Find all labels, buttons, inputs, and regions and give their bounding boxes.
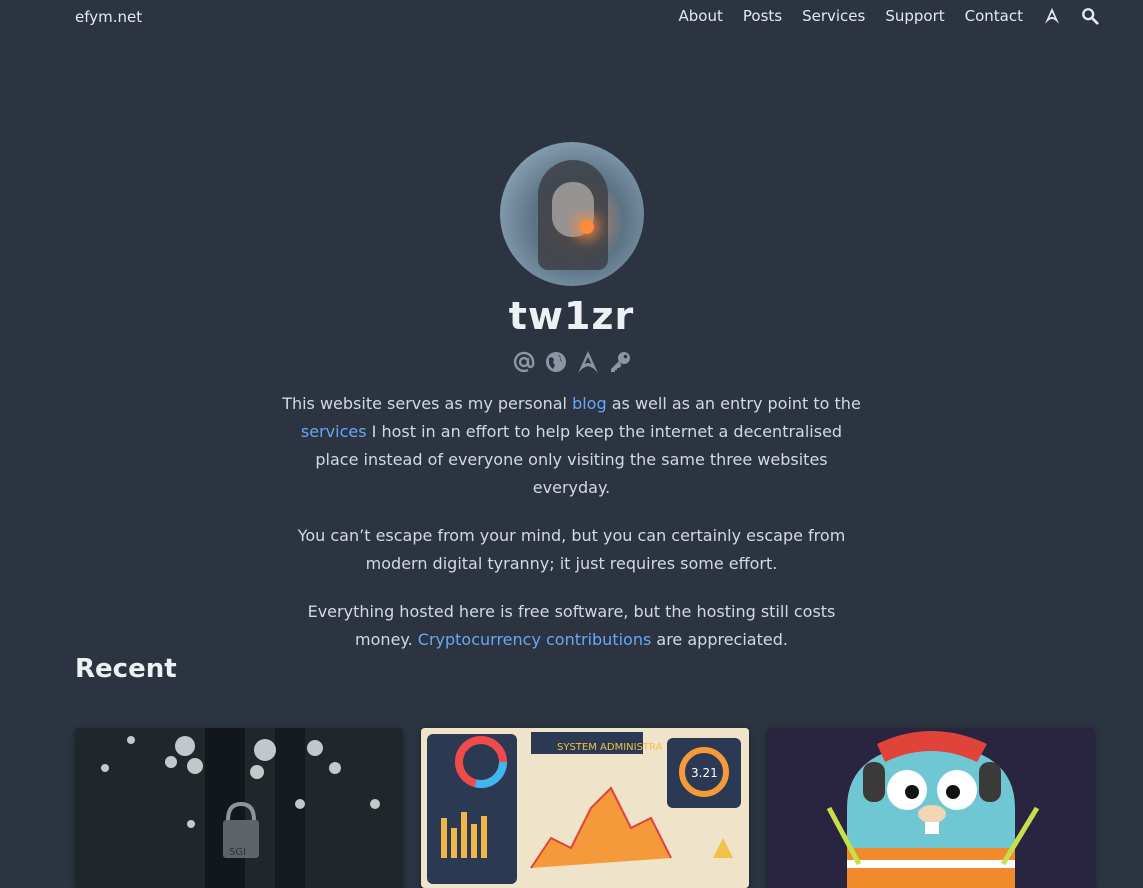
social-links xyxy=(0,350,1143,374)
bio-paragraph-2: You can’t escape from your mind, but you… xyxy=(297,526,846,573)
dashboard-overlay-text: SYSTEM ADMINISTRA xyxy=(557,742,663,753)
at-icon[interactable] xyxy=(512,350,536,374)
key-icon[interactable] xyxy=(608,350,632,374)
arch-icon[interactable] xyxy=(1043,7,1061,25)
search-icon[interactable] xyxy=(1081,7,1099,25)
dashboard-image: SYSTEM ADMINISTRA 3.21 xyxy=(421,728,749,888)
nav-menu: About Posts Services Support Contact xyxy=(679,7,1099,25)
bio-paragraph-1: This website serves as my personal blog … xyxy=(282,394,861,497)
arch-icon[interactable] xyxy=(576,350,600,374)
bio: This website serves as my personal blog … xyxy=(282,390,862,654)
post-card-dashboard[interactable]: SYSTEM ADMINISTRA 3.21 xyxy=(421,728,749,888)
bio-paragraph-3: Everything hosted here is free software,… xyxy=(307,602,836,649)
services-link[interactable]: services xyxy=(301,422,367,441)
svg-text:3.21: 3.21 xyxy=(691,766,718,780)
site-brand-link[interactable]: efym.net xyxy=(75,8,142,26)
nav-item-about[interactable]: About xyxy=(679,7,723,25)
avatar xyxy=(499,142,644,286)
post-card-padlock[interactable]: SGI xyxy=(75,728,403,888)
nav-item-posts[interactable]: Posts xyxy=(743,7,782,25)
nav-item-contact[interactable]: Contact xyxy=(965,7,1023,25)
nav-item-services[interactable]: Services xyxy=(802,7,865,25)
svg-text:SGI: SGI xyxy=(229,847,246,858)
post-card-gopher[interactable] xyxy=(767,728,1095,888)
top-navigation: efym.net About Posts Services Support Co… xyxy=(0,0,1143,34)
gopher-image xyxy=(767,728,1095,888)
recent-heading: Recent xyxy=(75,654,177,684)
profile-name: tw1zr xyxy=(508,294,635,338)
nav-item-support[interactable]: Support xyxy=(885,7,944,25)
globe-icon[interactable] xyxy=(544,350,568,374)
blog-link[interactable]: blog xyxy=(572,394,607,413)
cryptocurrency-contributions-link[interactable]: Cryptocurrency contributions xyxy=(418,630,652,649)
padlock-image: SGI xyxy=(75,728,403,888)
recent-posts: SGI SYSTEM ADMINISTRA 3.21 xyxy=(75,728,1095,888)
profile-section: tw1zr This website serves as my personal… xyxy=(0,142,1143,674)
